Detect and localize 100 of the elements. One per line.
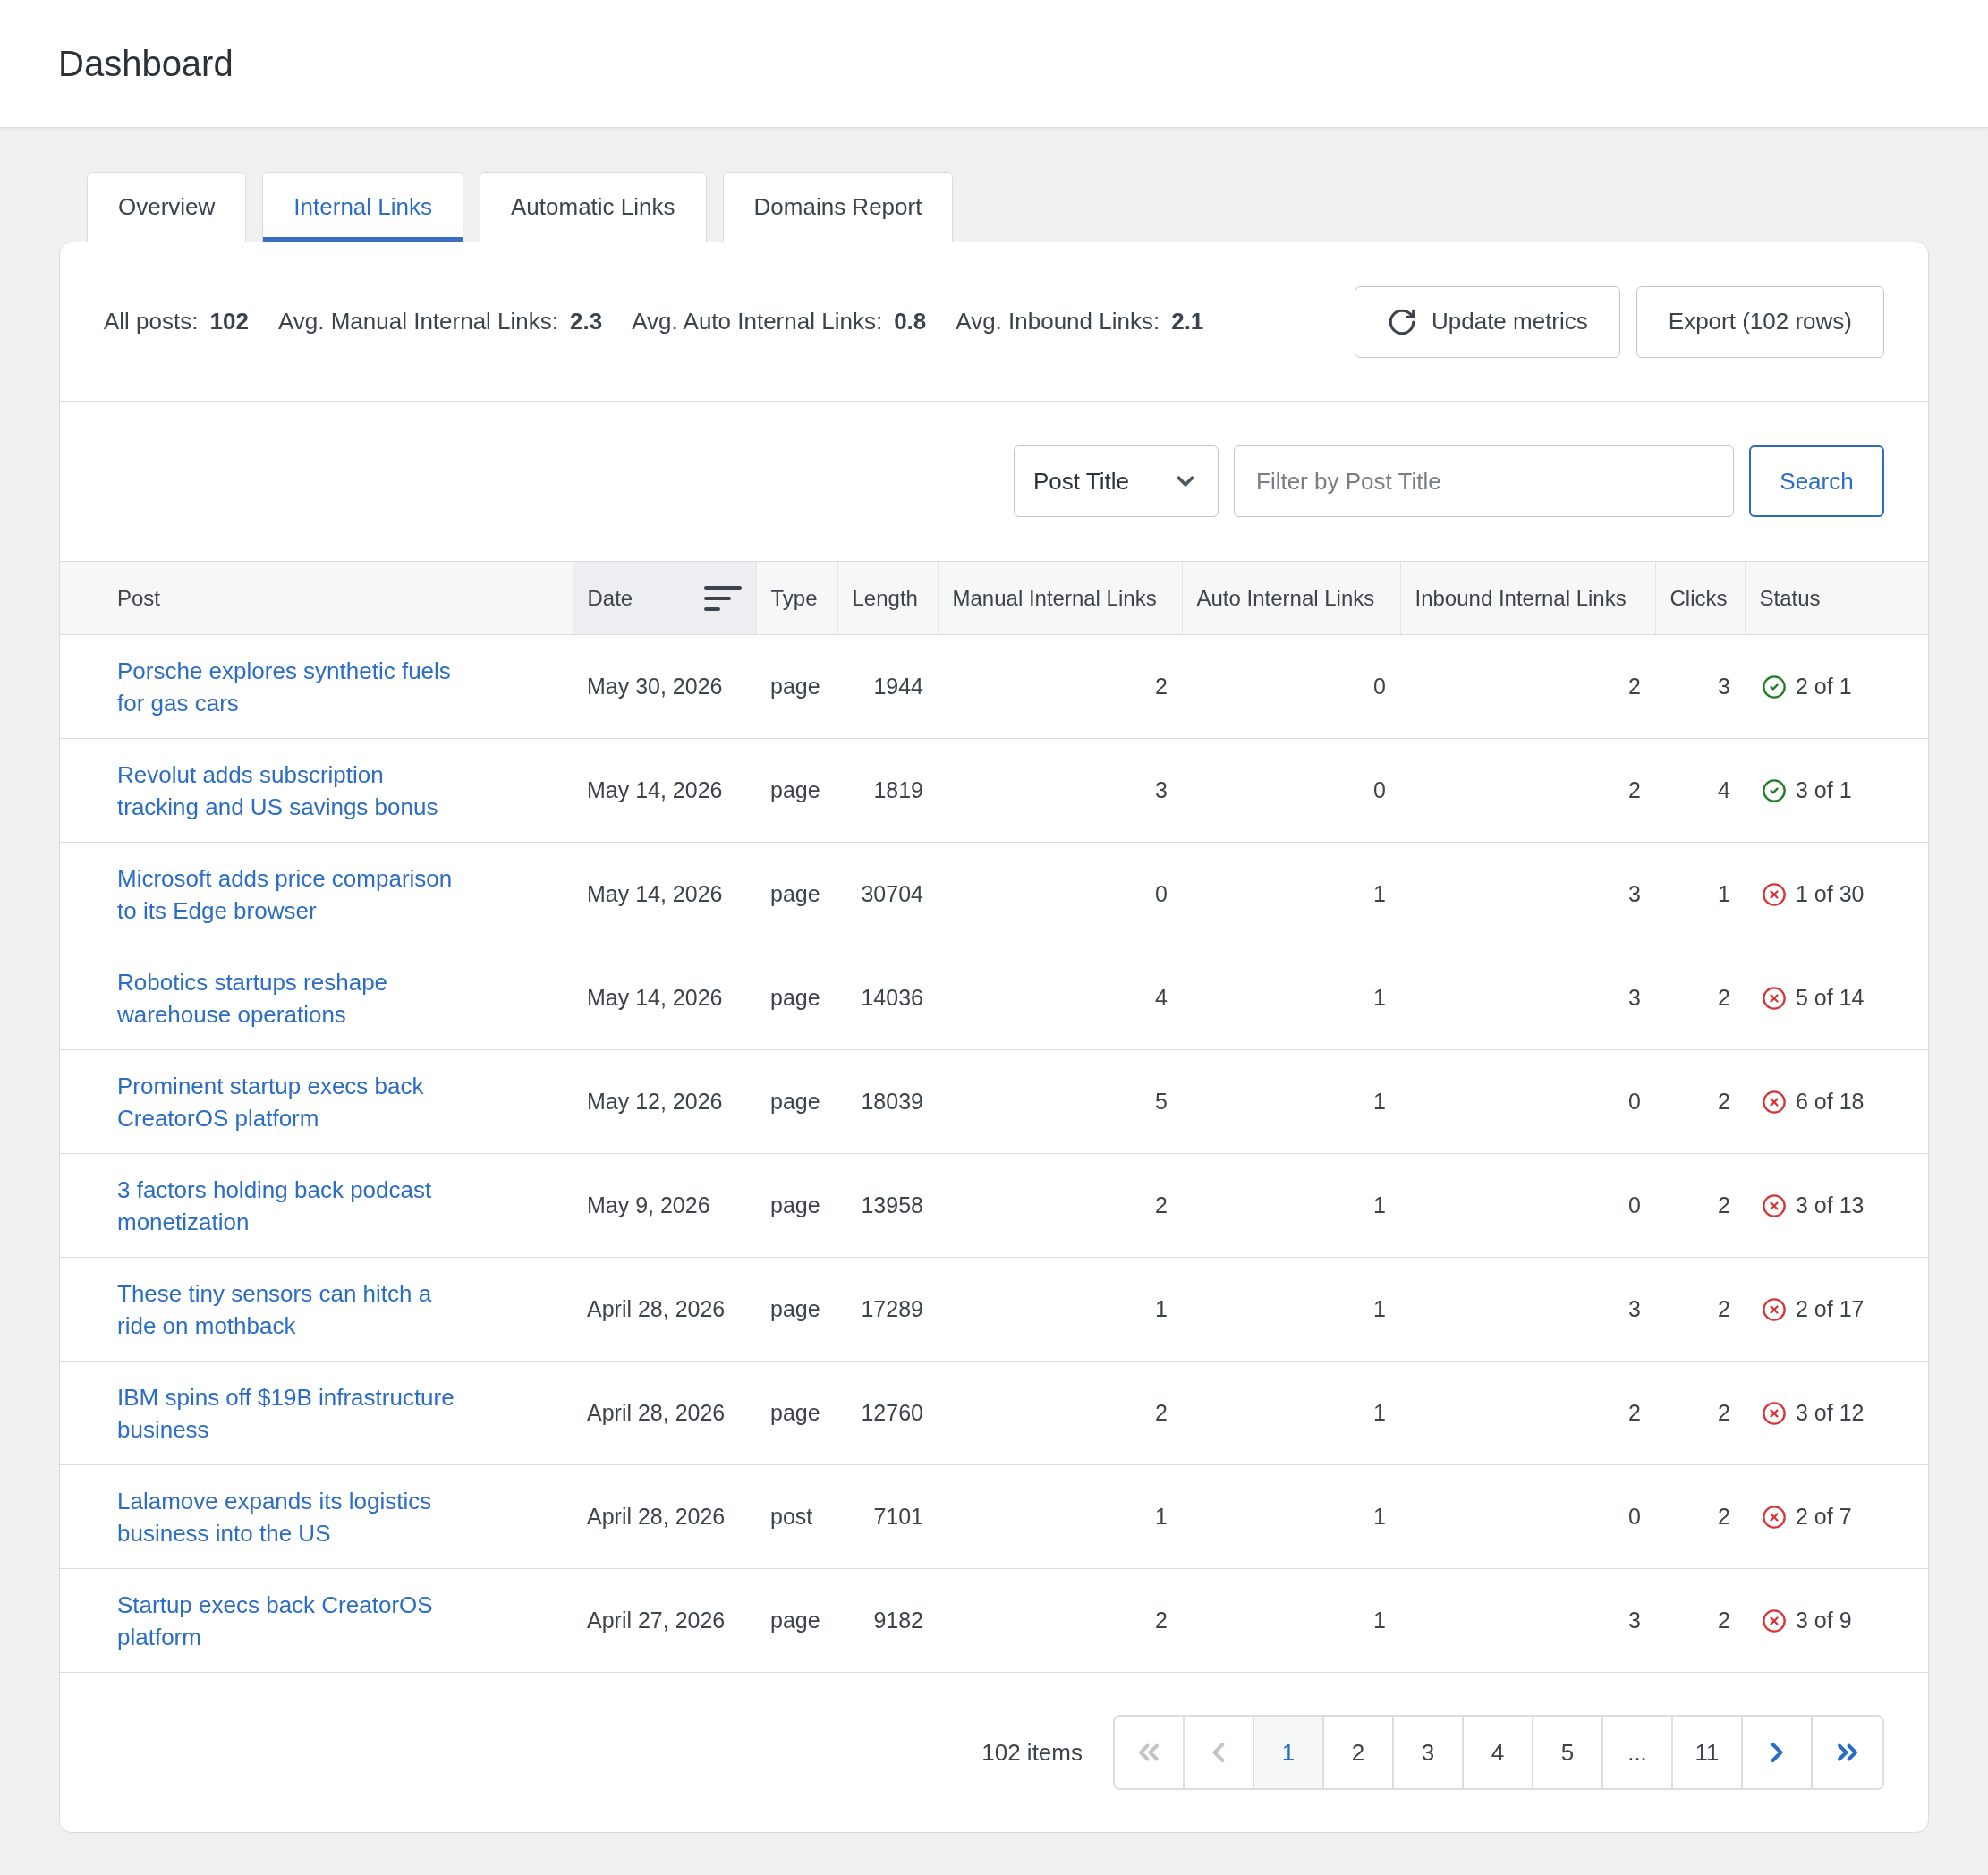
page-title: Dashboard [58, 43, 234, 85]
column-header[interactable]: Clicks [1655, 561, 1745, 635]
stat-value: 2.1 [1171, 307, 1204, 336]
tab[interactable]: Internal Links [262, 172, 463, 242]
table-cell: 2 [938, 634, 1182, 739]
status-text: 2 of 1 [1796, 672, 1852, 700]
post-title-link[interactable]: 3 factors holding back podcast monetization [117, 1173, 464, 1238]
table-cell: 2 [938, 1568, 1182, 1673]
table-cell: 2 [1655, 1049, 1745, 1154]
table-cell: 2 [1400, 738, 1655, 843]
table-cell: April 28, 2026 [573, 1464, 756, 1569]
table-cell: 1 [1182, 1257, 1400, 1362]
column-label: Date [587, 584, 633, 612]
table-cell: page [756, 634, 837, 739]
column-header[interactable]: Status [1745, 561, 1928, 635]
post-title-link[interactable]: Microsoft adds price comparison to its Edge browser [117, 861, 464, 927]
column-header[interactable]: Auto Internal Links [1182, 561, 1400, 635]
column-header[interactable]: Inbound Internal Links [1400, 561, 1655, 635]
table-cell: 0 [1182, 634, 1400, 739]
table-cell: 5 [938, 1049, 1182, 1154]
post-title-link[interactable]: Startup execs back CreatorOS platform [117, 1588, 464, 1653]
table-cell: 0 [1400, 1049, 1655, 1154]
sort-descending-icon[interactable] [703, 584, 742, 612]
export-button[interactable]: Export (102 rows) [1635, 285, 1884, 358]
table-cell: April 28, 2026 [573, 1257, 756, 1362]
table-cell: 3 [1400, 946, 1655, 1050]
tab[interactable]: Domains Report [722, 172, 954, 242]
table-cell: 2 [1400, 634, 1655, 739]
table-cell: 3 [1400, 1568, 1655, 1673]
stat-value: 2.3 [570, 307, 603, 336]
table-cell: 1 [1655, 842, 1745, 946]
post-title-link[interactable]: Revolut adds subscription tracking and US savings bonus [117, 758, 464, 823]
table-cell: page [756, 1568, 837, 1673]
table-cell: page [756, 1361, 837, 1465]
column-header[interactable]: Length [837, 561, 938, 635]
table-cell: May 12, 2026 [573, 1049, 756, 1154]
post-title-link[interactable]: Lalamove expands its logistics business into the US [117, 1484, 464, 1549]
table-cell: 0 [1400, 1153, 1655, 1258]
table-cell: May 14, 2026 [573, 842, 756, 946]
stat-label: Avg. Auto Internal Links: [632, 307, 883, 336]
table-cell: 1 [1182, 946, 1400, 1050]
post-title-link[interactable]: These tiny sensors can hitch a ride on mothback [117, 1277, 464, 1342]
column-header[interactable]: Type [756, 561, 837, 635]
table-cell: 1 [1182, 842, 1400, 946]
column-header[interactable]: Post [60, 561, 573, 635]
table-cell: 14036 [837, 946, 938, 1050]
status-text: 2 of 17 [1796, 1294, 1865, 1323]
table-cell: 2 [938, 1361, 1182, 1465]
table-cell: 1819 [837, 738, 938, 843]
table-cell: 7101 [837, 1464, 938, 1569]
stat-label: All posts: [104, 307, 199, 336]
stat-value: 0.8 [894, 307, 927, 336]
column-header[interactable]: Manual Internal Links [938, 561, 1182, 635]
search-button[interactable]: Search [1749, 445, 1884, 517]
table-cell: 17289 [837, 1257, 938, 1362]
page-button[interactable]: 1 [1254, 1717, 1324, 1788]
filter-input[interactable]: Filter by Post Title [1234, 445, 1734, 517]
table-cell: 0 [1182, 738, 1400, 843]
sorted-column-header[interactable]: Date [573, 561, 756, 635]
table-cell: 18039 [837, 1049, 938, 1154]
table-cell: May 9, 2026 [573, 1153, 756, 1258]
stat-label: Avg. Inbound Links: [956, 307, 1160, 336]
update-metrics-button[interactable]: Update metrics [1354, 285, 1620, 358]
table-cell: page [756, 946, 837, 1050]
tab[interactable]: Overview [87, 172, 247, 242]
table-cell: 9182 [837, 1568, 938, 1673]
table-cell: 13958 [837, 1153, 938, 1258]
table-cell: page [756, 1153, 837, 1258]
post-title-link[interactable]: Prominent startup execs back CreatorOS platform [117, 1069, 464, 1134]
table-cell: May 14, 2026 [573, 738, 756, 843]
table-cell: page [756, 738, 837, 843]
post-title-link[interactable]: IBM spins off $19B infrastructure business [117, 1380, 464, 1446]
table-cell: 2 [1655, 1568, 1745, 1673]
table-cell: 1 [1182, 1049, 1400, 1154]
status-text: 3 of 12 [1796, 1398, 1865, 1427]
table-cell: 1 [938, 1464, 1182, 1569]
table-cell: 30704 [837, 842, 938, 946]
table-cell: 1 [1182, 1153, 1400, 1258]
table-cell: 2 [1655, 1153, 1745, 1258]
table-cell: 4 [1655, 738, 1745, 843]
table-cell: 2 [1655, 946, 1745, 1050]
post-title-dropdown[interactable]: Post Title [1014, 445, 1219, 517]
tab[interactable]: Automatic Links [480, 172, 707, 242]
status-text: 6 of 18 [1796, 1087, 1865, 1116]
post-title-link[interactable]: Robotics startups reshape warehouse operations [117, 965, 464, 1031]
table-cell: 4 [938, 946, 1182, 1050]
table-cell: 2 [1655, 1257, 1745, 1362]
status-text: 5 of 14 [1796, 983, 1865, 1012]
table-cell: 3 [1400, 842, 1655, 946]
table-cell: 1 [1182, 1568, 1400, 1673]
table-cell: 3 [938, 738, 1182, 843]
table-cell: 2 [1655, 1464, 1745, 1569]
table-cell: May 14, 2026 [573, 946, 756, 1050]
status-text: 1 of 30 [1796, 879, 1865, 908]
post-title-link[interactable]: Porsche explores synthetic fuels for gas cars [117, 654, 464, 719]
table-cell: page [756, 842, 837, 946]
table-cell: 1 [938, 1257, 1182, 1362]
table-cell: April 28, 2026 [573, 1361, 756, 1465]
status-text: 3 of 13 [1796, 1191, 1865, 1219]
table-cell: 2 [938, 1153, 1182, 1258]
